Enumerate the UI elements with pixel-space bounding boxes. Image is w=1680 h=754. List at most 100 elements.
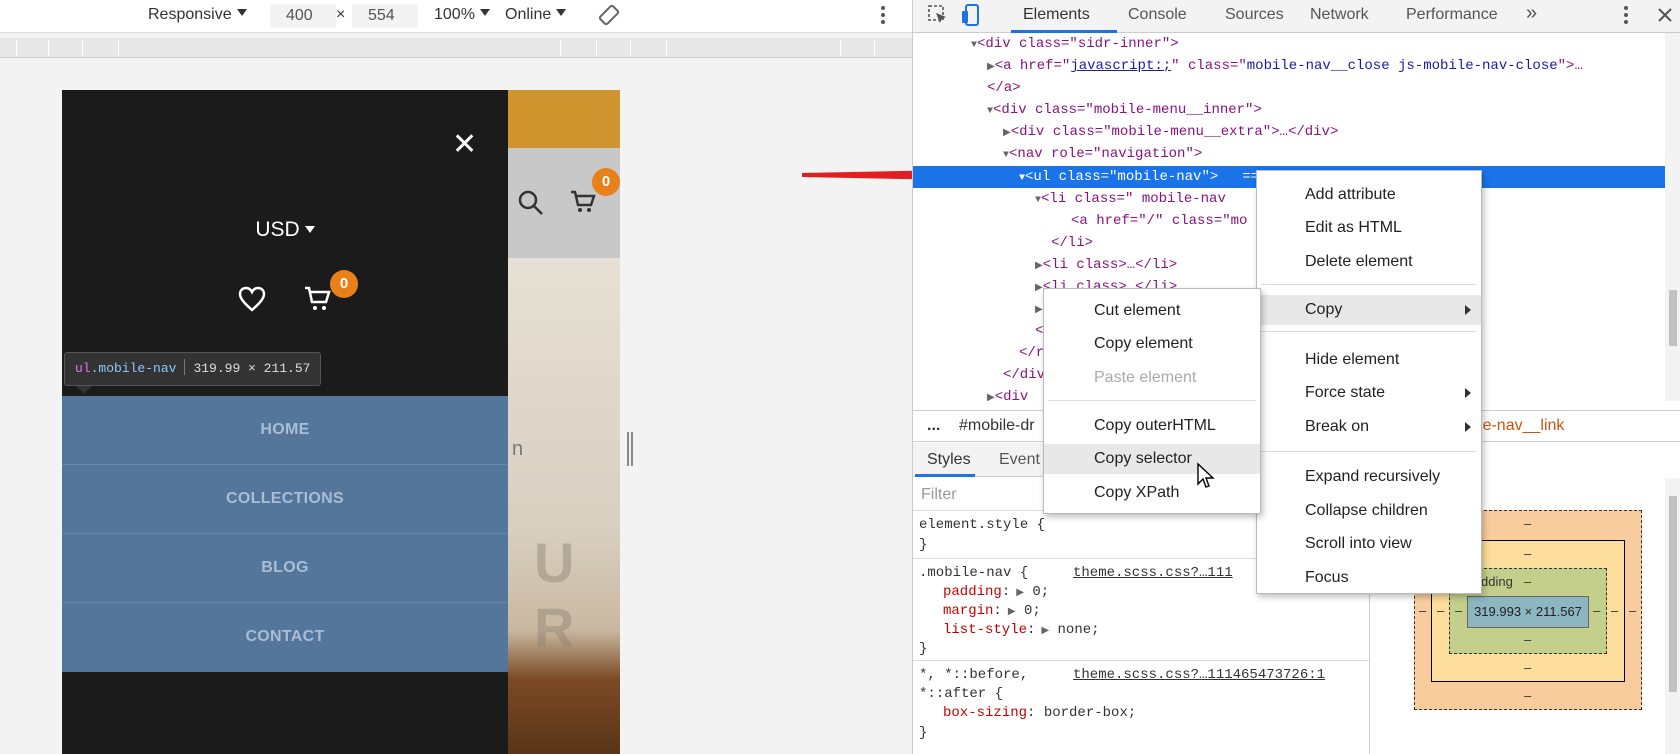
currency-select[interactable]: USD	[62, 218, 508, 242]
box-model-scroll-thumb[interactable]	[1669, 496, 1677, 692]
mouse-cursor-icon	[1197, 462, 1215, 488]
dom-node[interactable]: </li>	[1051, 232, 1093, 254]
css-declaration[interactable]: list-style: ▶ none;	[943, 619, 1100, 641]
device-viewport: n U R 0 ✕ USD 0 ul.mobile-nav 319.99 × 21…	[62, 90, 620, 754]
submenu-arrow-icon	[1465, 305, 1471, 315]
box-model-value[interactable]: –	[1524, 574, 1531, 589]
menu-item-copy-xpath[interactable]: Copy XPath	[1044, 478, 1260, 508]
box-model-value[interactable]: –	[1611, 603, 1618, 618]
dom-node[interactable]: </div	[1003, 364, 1045, 386]
box-model-value[interactable]: –	[1419, 603, 1426, 618]
menu-item-edit-as-html[interactable]: Edit as HTML	[1257, 213, 1481, 243]
box-model-value[interactable]: –	[1524, 632, 1531, 647]
wishlist-heart-icon[interactable]	[238, 286, 266, 317]
box-model-value[interactable]: –	[1524, 516, 1531, 531]
styles-filter-input[interactable]: Filter	[921, 486, 957, 504]
width-input[interactable]: 400	[270, 4, 336, 28]
menu-item-hide-element[interactable]: Hide element	[1257, 345, 1481, 375]
css-source-link[interactable]: theme.scss.css?…111465473726:1	[1073, 664, 1325, 686]
css-selector[interactable]: element.style {	[919, 514, 1045, 536]
tab-sources[interactable]: Sources	[1225, 6, 1284, 24]
dimension-separator: ×	[336, 6, 346, 23]
menu-item-expand-recursively[interactable]: Expand recursively	[1257, 462, 1481, 492]
throttle-select[interactable]: Online	[505, 6, 567, 24]
media-query-ruler[interactable]	[0, 38, 912, 58]
box-model-value[interactable]: –	[1455, 603, 1462, 618]
menu-item-collapse-children[interactable]: Collapse children	[1257, 496, 1481, 526]
cart-icon[interactable]	[570, 190, 596, 219]
chevron-down-icon	[236, 9, 247, 16]
search-icon[interactable]	[518, 190, 544, 221]
dom-node[interactable]: ▼<div class="mobile-menu__inner">	[987, 99, 1262, 121]
dom-node[interactable]: ▼<nav role="navigation">	[1003, 143, 1202, 165]
breadcrumb-item[interactable]: #mobile-dr	[959, 411, 1035, 441]
devtools-tabbar: Elements Console Sources Network Perform…	[913, 0, 1680, 33]
more-tabs-icon[interactable]: »	[1526, 2, 1537, 25]
more-options-icon[interactable]	[880, 4, 886, 31]
cart-icon[interactable]	[304, 286, 332, 317]
close-icon[interactable]: ✕	[452, 130, 477, 160]
menu-item-paste-element[interactable]: Paste element	[1044, 363, 1260, 393]
dom-node[interactable]: <a href="/" class="mo	[1071, 210, 1247, 232]
menu-item-delete-element[interactable]: Delete element	[1257, 247, 1481, 277]
menu-item-copy-element[interactable]: Copy element	[1044, 329, 1260, 359]
nav-item-contact[interactable]: CONTACT	[62, 603, 508, 672]
dom-node[interactable]: ▼<li class=" mobile-nav	[1035, 188, 1226, 210]
tab-console[interactable]: Console	[1128, 6, 1187, 24]
rotate-icon[interactable]	[598, 4, 620, 31]
box-model-padding-label: dding	[1481, 574, 1513, 589]
more-options-icon[interactable]	[1623, 4, 1629, 31]
menu-item-focus[interactable]: Focus	[1257, 563, 1481, 593]
submenu-arrow-icon	[1465, 388, 1471, 398]
menu-item-scroll-into-view[interactable]: Scroll into view	[1257, 529, 1481, 559]
menu-item-copy-selector[interactable]: Copy selector	[1044, 444, 1260, 474]
dom-node[interactable]: ▶<div	[987, 386, 1028, 401]
css-brace: }	[919, 537, 928, 553]
css-brace: }	[919, 641, 928, 657]
tab-network[interactable]: Network	[1310, 6, 1369, 24]
menu-item-copy-outerhtml[interactable]: Copy outerHTML	[1044, 411, 1260, 441]
box-model-value[interactable]: –	[1593, 603, 1600, 618]
css-declaration[interactable]: box-sizing: border-box;	[943, 702, 1136, 724]
zoom-select[interactable]: 100%	[434, 6, 490, 24]
inspect-element-icon[interactable]	[927, 4, 949, 31]
currency-label: USD	[255, 218, 300, 241]
dom-node[interactable]: </r	[1019, 342, 1044, 364]
menu-item-break-on[interactable]: Break on	[1257, 412, 1481, 442]
copy-submenu: Cut element Copy element Paste element C…	[1043, 288, 1261, 514]
dom-node[interactable]: </a>	[987, 77, 1021, 99]
box-model-value[interactable]: –	[1524, 688, 1531, 703]
nav-item-home[interactable]: HOME	[62, 396, 508, 465]
tab-styles[interactable]: Styles	[927, 451, 971, 469]
menu-item-cut-element[interactable]: Cut element	[1044, 296, 1260, 326]
dom-node[interactable]: ▶<a href="javascript:;" class="mobile-na…	[987, 55, 1583, 77]
box-model-value[interactable]: –	[1437, 603, 1444, 618]
tooltip-size: 319.99 × 211.57	[193, 361, 311, 376]
dom-tree-scroll-thumb[interactable]	[1669, 290, 1677, 346]
menu-item-copy[interactable]: Copy	[1257, 295, 1481, 325]
box-model-value[interactable]: –	[1524, 660, 1531, 675]
nav-item-collections[interactable]: COLLECTIONS	[62, 465, 508, 534]
device-toggle-icon[interactable]	[961, 4, 983, 33]
height-input[interactable]: 554	[352, 4, 418, 28]
dom-node[interactable]: ▶<li class>…</li>	[1035, 254, 1177, 276]
box-model-value[interactable]: –	[1524, 546, 1531, 561]
tab-elements[interactable]: Elements	[1023, 6, 1090, 24]
tab-performance[interactable]: Performance	[1406, 6, 1498, 24]
box-model-value[interactable]: –	[1629, 603, 1636, 618]
close-icon[interactable]	[1657, 4, 1673, 31]
menu-item-add-attribute[interactable]: Add attribute	[1257, 180, 1481, 210]
css-source-link[interactable]: theme.scss.css?…111	[1073, 562, 1233, 584]
tab-event-listeners[interactable]: Event	[999, 451, 1040, 469]
device-select[interactable]: Responsive	[148, 6, 247, 24]
menu-item-force-state[interactable]: Force state	[1257, 378, 1481, 408]
dom-node[interactable]: ▼<div class="sidr-inner">	[971, 33, 1179, 55]
box-model-content[interactable]: 319.993 × 211.567	[1467, 596, 1589, 628]
breadcrumb-overflow[interactable]: ...	[927, 411, 940, 441]
mobile-menu-drawer: ✕ USD 0 ul.mobile-nav 319.99 × 211.57 HOM…	[62, 90, 508, 754]
viewport-resize-handle[interactable]	[627, 432, 633, 466]
menu-item-copy-label: Copy	[1305, 301, 1343, 318]
nav-item-blog[interactable]: BLOG	[62, 534, 508, 603]
site-hero-watermark: U R	[534, 531, 579, 659]
dom-node[interactable]: ▶<div class="mobile-menu__extra">…</div>	[1003, 121, 1338, 143]
